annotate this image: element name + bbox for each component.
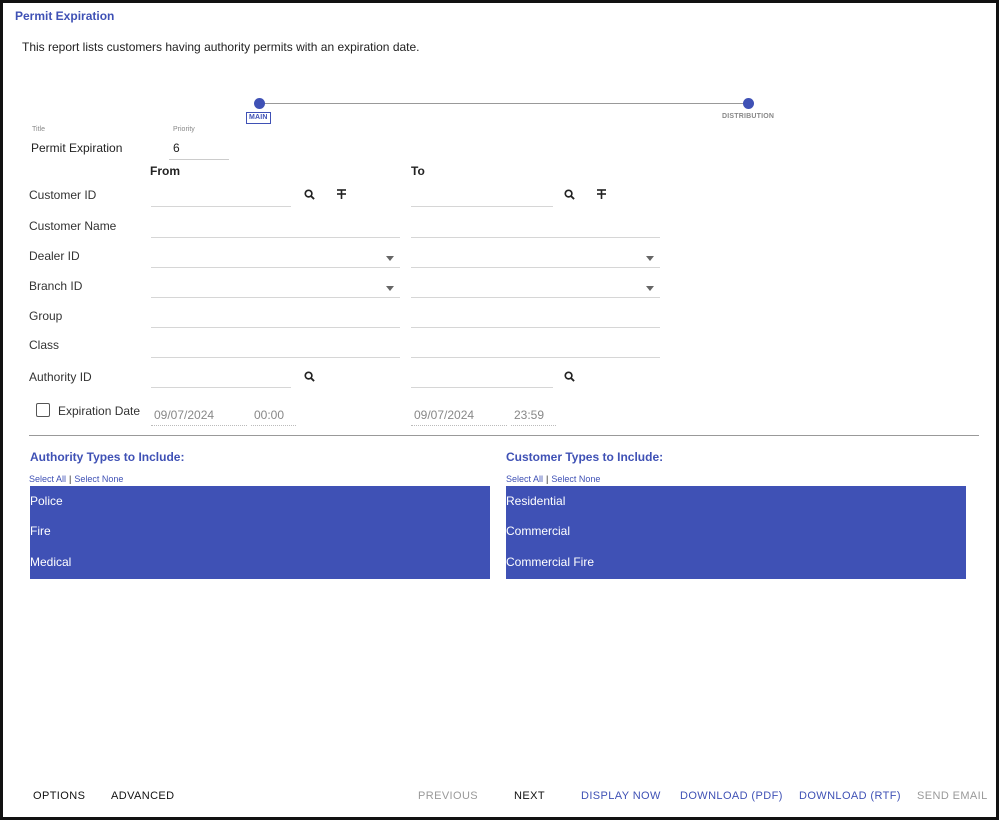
class-from-input[interactable] [151, 357, 400, 358]
dealer-id-label: Dealer ID [29, 249, 80, 263]
select-none-link[interactable]: Select None [74, 474, 123, 484]
to-date-input[interactable]: 09/07/2024 [414, 408, 474, 422]
group-label: Group [29, 309, 63, 323]
select-none-link[interactable]: Select None [551, 474, 600, 484]
send-email-button[interactable]: SEND EMAIL [917, 790, 988, 802]
from-date-input[interactable]: 09/07/2024 [154, 408, 214, 422]
class-label: Class [29, 338, 60, 352]
range-filter-icon[interactable] [594, 187, 608, 201]
customer-types-title: Customer Types to Include: [506, 450, 664, 464]
list-item[interactable]: Fire [30, 524, 51, 538]
select-all-link[interactable]: Select All [29, 474, 66, 484]
authority-id-from-input[interactable] [151, 387, 291, 388]
section-divider [29, 435, 979, 436]
chevron-down-icon[interactable] [386, 286, 394, 291]
to-time-underline [511, 425, 556, 426]
group-from-input[interactable] [151, 327, 400, 328]
customer-id-label: Customer ID [29, 188, 97, 202]
advanced-button[interactable]: ADVANCED [111, 790, 175, 802]
customer-name-from-input[interactable] [151, 237, 400, 238]
range-filter-icon[interactable] [334, 187, 348, 201]
from-time-input[interactable]: 00:00 [254, 408, 284, 422]
chevron-down-icon[interactable] [386, 256, 394, 261]
page-title: Permit Expiration [15, 9, 115, 23]
authority-types-title: Authority Types to Include: [30, 450, 185, 464]
chevron-down-icon[interactable] [646, 256, 654, 261]
list-item[interactable]: Commercial Fire [506, 555, 594, 569]
step-main-label[interactable]: MAIN [246, 112, 271, 124]
report-dialog: Permit Expiration This report lists cust… [0, 0, 999, 820]
list-item[interactable]: Commercial [506, 524, 570, 538]
link-separator: | [546, 474, 549, 484]
customer-id-to-input[interactable] [411, 206, 553, 207]
search-icon[interactable] [562, 187, 576, 201]
search-icon[interactable] [562, 369, 576, 383]
to-date-underline [411, 425, 507, 426]
list-item[interactable]: Residential [506, 494, 565, 508]
list-item[interactable]: Medical [30, 555, 71, 569]
previous-button[interactable]: PREVIOUS [418, 790, 478, 802]
authority-id-to-input[interactable] [411, 387, 553, 388]
from-time-underline [251, 425, 296, 426]
from-column-header: From [150, 164, 180, 178]
step-distribution-label[interactable]: DISTRIBUTION [722, 113, 774, 120]
expiration-date-label: Expiration Date [58, 404, 141, 418]
download-pdf-button[interactable]: DOWNLOAD (PDF) [680, 790, 783, 802]
dealer-id-to-select[interactable] [411, 267, 660, 268]
branch-id-to-select[interactable] [411, 297, 660, 298]
dealer-id-from-select[interactable] [151, 267, 400, 268]
from-date-underline [151, 425, 247, 426]
title-field[interactable]: Permit Expiration [31, 141, 122, 155]
display-now-button[interactable]: DISPLAY NOW [581, 790, 661, 802]
branch-id-from-select[interactable] [151, 297, 400, 298]
report-description: This report lists customers having autho… [22, 40, 420, 54]
options-button[interactable]: OPTIONS [33, 790, 85, 802]
authority-types-links: Select All | Select None [29, 474, 123, 484]
class-to-input[interactable] [411, 357, 660, 358]
to-column-header: To [411, 164, 425, 178]
stepper-line [259, 103, 749, 104]
link-separator: | [69, 474, 72, 484]
customer-types-listbox[interactable]: Residential Commercial Commercial Fire [506, 486, 966, 579]
expiration-date-checkbox[interactable] [36, 403, 50, 417]
next-button[interactable]: NEXT [514, 790, 545, 802]
download-rtf-button[interactable]: DOWNLOAD (RTF) [799, 790, 901, 802]
branch-id-label: Branch ID [29, 279, 83, 293]
priority-underline [169, 159, 229, 160]
select-all-link[interactable]: Select All [506, 474, 543, 484]
customer-types-links: Select All | Select None [506, 474, 600, 484]
step-main-dot[interactable] [254, 98, 265, 109]
search-icon[interactable] [302, 187, 316, 201]
to-time-input[interactable]: 23:59 [514, 408, 544, 422]
customer-name-to-input[interactable] [411, 237, 660, 238]
list-item[interactable]: Police [30, 494, 63, 508]
authority-types-listbox[interactable]: Police Fire Medical [30, 486, 490, 579]
chevron-down-icon[interactable] [646, 286, 654, 291]
customer-name-label: Customer Name [29, 219, 117, 233]
priority-field[interactable]: 6 [173, 141, 180, 155]
group-to-input[interactable] [411, 327, 660, 328]
priority-field-label: Priority [173, 126, 195, 133]
search-icon[interactable] [302, 369, 316, 383]
authority-id-label: Authority ID [29, 370, 92, 384]
step-distribution-dot[interactable] [743, 98, 754, 109]
title-field-label: Title [32, 126, 45, 133]
customer-id-from-input[interactable] [151, 206, 291, 207]
